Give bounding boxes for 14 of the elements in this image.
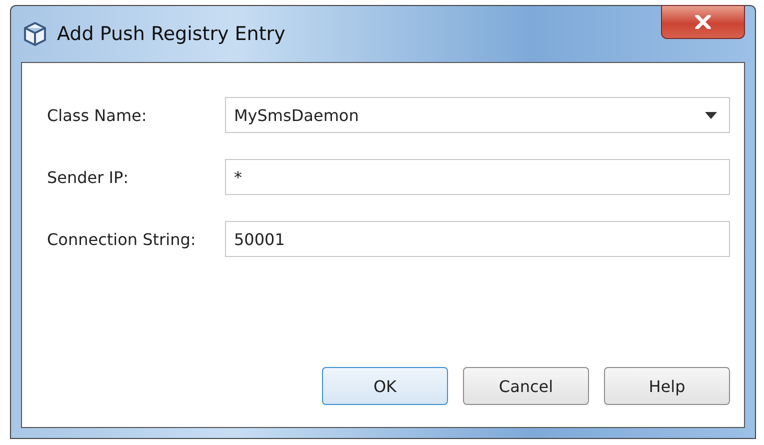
- window-title: Add Push Registry Entry: [57, 23, 286, 45]
- input-field[interactable]: *: [225, 159, 730, 195]
- dropdown-field[interactable]: MySmsDaemon: [225, 97, 730, 133]
- caret-icon: [705, 112, 717, 118]
- dialog-button[interactable]: OK: [322, 367, 448, 405]
- field-label: Class Name:: [47, 106, 148, 124]
- dialog-button[interactable]: Help: [604, 367, 730, 405]
- field-label: Sender IP:: [47, 168, 130, 186]
- field-label: Connection String:: [47, 230, 197, 248]
- close-icon: [695, 15, 711, 29]
- cube-icon: [23, 21, 47, 47]
- dialog-button[interactable]: Cancel: [463, 367, 589, 405]
- close-button[interactable]: [661, 5, 745, 39]
- input-field[interactable]: 50001: [225, 221, 730, 257]
